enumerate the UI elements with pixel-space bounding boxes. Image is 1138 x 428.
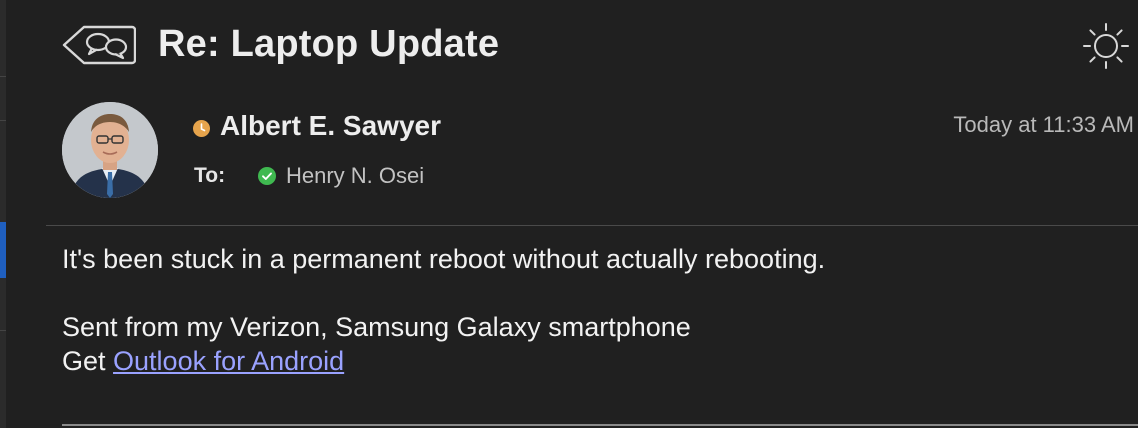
outlook-for-android-link[interactable]: Outlook for Android [113,346,344,376]
message-timestamp: Today at 11:33 AM [953,112,1134,137]
conversation-icon [62,25,137,65]
body-line: It's been stuck in a permanent reboot wi… [62,244,826,274]
to-label: To: [194,164,226,187]
toggle-appearance-button[interactable] [1082,22,1130,70]
list-divider [0,76,6,77]
header-divider [46,225,1138,226]
sun-icon [1083,23,1129,69]
signature-rule [62,424,1138,426]
signature-line: Sent from my Verizon, Samsung Galaxy sma… [62,312,691,342]
away-status-icon [193,120,210,137]
sender-avatar[interactable] [62,102,158,198]
message-body: It's been stuck in a permanent reboot wi… [62,242,1122,378]
message-subject: Re: Laptop Update [158,23,500,65]
message-list-edge [0,0,6,428]
get-prefix: Get [62,346,114,376]
list-divider [0,120,6,121]
selected-row-indicator [0,222,6,278]
recipient-name[interactable]: Henry N. Osei [286,163,424,189]
list-divider [0,330,6,331]
avatar-photo [62,102,158,198]
message-reading-pane: Re: Laptop Update Albert E. Sawyer To: H… [0,0,1138,428]
show-conversation-button[interactable] [62,24,137,66]
available-status-icon [258,167,276,185]
sender-name[interactable]: Albert E. Sawyer [220,110,441,142]
get-outlook-line: Get Outlook for Android [62,344,1122,378]
